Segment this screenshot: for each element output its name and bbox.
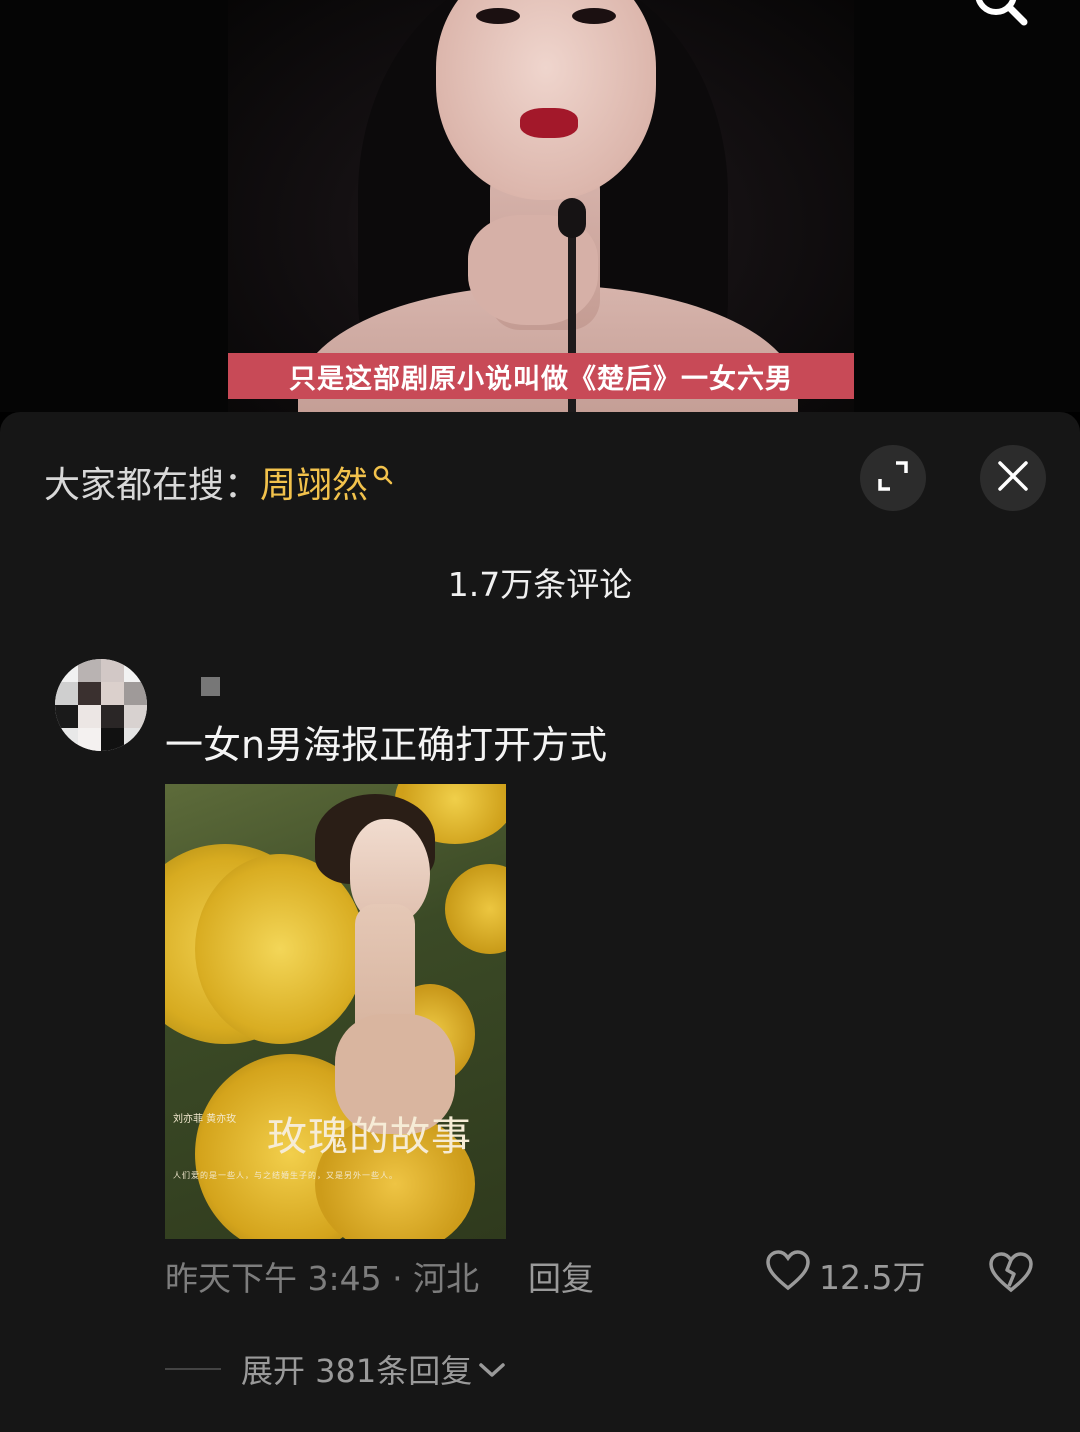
expand-icon bbox=[876, 459, 910, 497]
comment-time-location: 昨天下午 3:45 · 河北 bbox=[165, 1259, 480, 1298]
broken-heart-icon bbox=[988, 1252, 1034, 1298]
video-subtitle: 只是这部剧原小说叫做《楚后》一女六男 bbox=[228, 353, 854, 399]
expand-replies-label: 展开 381条回复 bbox=[241, 1352, 473, 1390]
trending-term[interactable]: 周翊然 bbox=[260, 456, 368, 508]
comment-count: 1.7万条评论 bbox=[447, 565, 633, 604]
trending-prefix: 大家都在搜： bbox=[44, 465, 261, 506]
microphone bbox=[558, 198, 586, 238]
close-icon bbox=[997, 460, 1029, 496]
poster-title: 玫瑰的故事 bbox=[267, 1114, 472, 1160]
avatar[interactable] bbox=[55, 659, 147, 751]
username[interactable] bbox=[201, 677, 220, 696]
video-figure-eye bbox=[572, 8, 616, 24]
reply-button[interactable]: 回复 bbox=[528, 1252, 594, 1300]
trending-search[interactable]: 大家都在搜： 周翊然 bbox=[44, 456, 394, 508]
video-player[interactable]: 只是这部剧原小说叫做《楚后》一女六男 bbox=[0, 0, 1080, 412]
search-icon[interactable] bbox=[970, 0, 1030, 32]
search-icon[interactable] bbox=[372, 454, 394, 495]
poster-credits: 刘亦菲 黄亦玫 bbox=[173, 1114, 237, 1125]
video-figure-eye bbox=[476, 8, 520, 24]
poster-tagline: 人们爱的是一些人，与之结婚生子的，又是另外一些人。 bbox=[173, 1171, 398, 1180]
video-frame[interactable]: 只是这部剧原小说叫做《楚后》一女六男 bbox=[228, 0, 854, 412]
comment-sheet: 大家都在搜： 周翊然 1.7万条评论 一女n男海报正确打开方式 刘亦菲 黄亦玫 … bbox=[0, 412, 1080, 1432]
video-figure-lips bbox=[520, 108, 578, 138]
expand-replies-button[interactable]: 展开 381条回复 bbox=[165, 1346, 506, 1392]
divider bbox=[165, 1368, 221, 1370]
expand-fullscreen-button[interactable] bbox=[860, 445, 926, 511]
close-button[interactable] bbox=[980, 445, 1046, 511]
dislike-button[interactable] bbox=[988, 1252, 1034, 1298]
like-button[interactable]: 12.5万 bbox=[765, 1250, 925, 1300]
like-count: 12.5万 bbox=[819, 1258, 926, 1297]
chevron-down-icon bbox=[478, 1350, 506, 1388]
comment-text: 一女n男海报正确打开方式 bbox=[165, 723, 608, 767]
heart-icon bbox=[765, 1250, 811, 1300]
comment-image[interactable]: 刘亦菲 黄亦玫 玫瑰的故事 人们爱的是一些人，与之结婚生子的，又是另外一些人。 bbox=[165, 784, 506, 1239]
